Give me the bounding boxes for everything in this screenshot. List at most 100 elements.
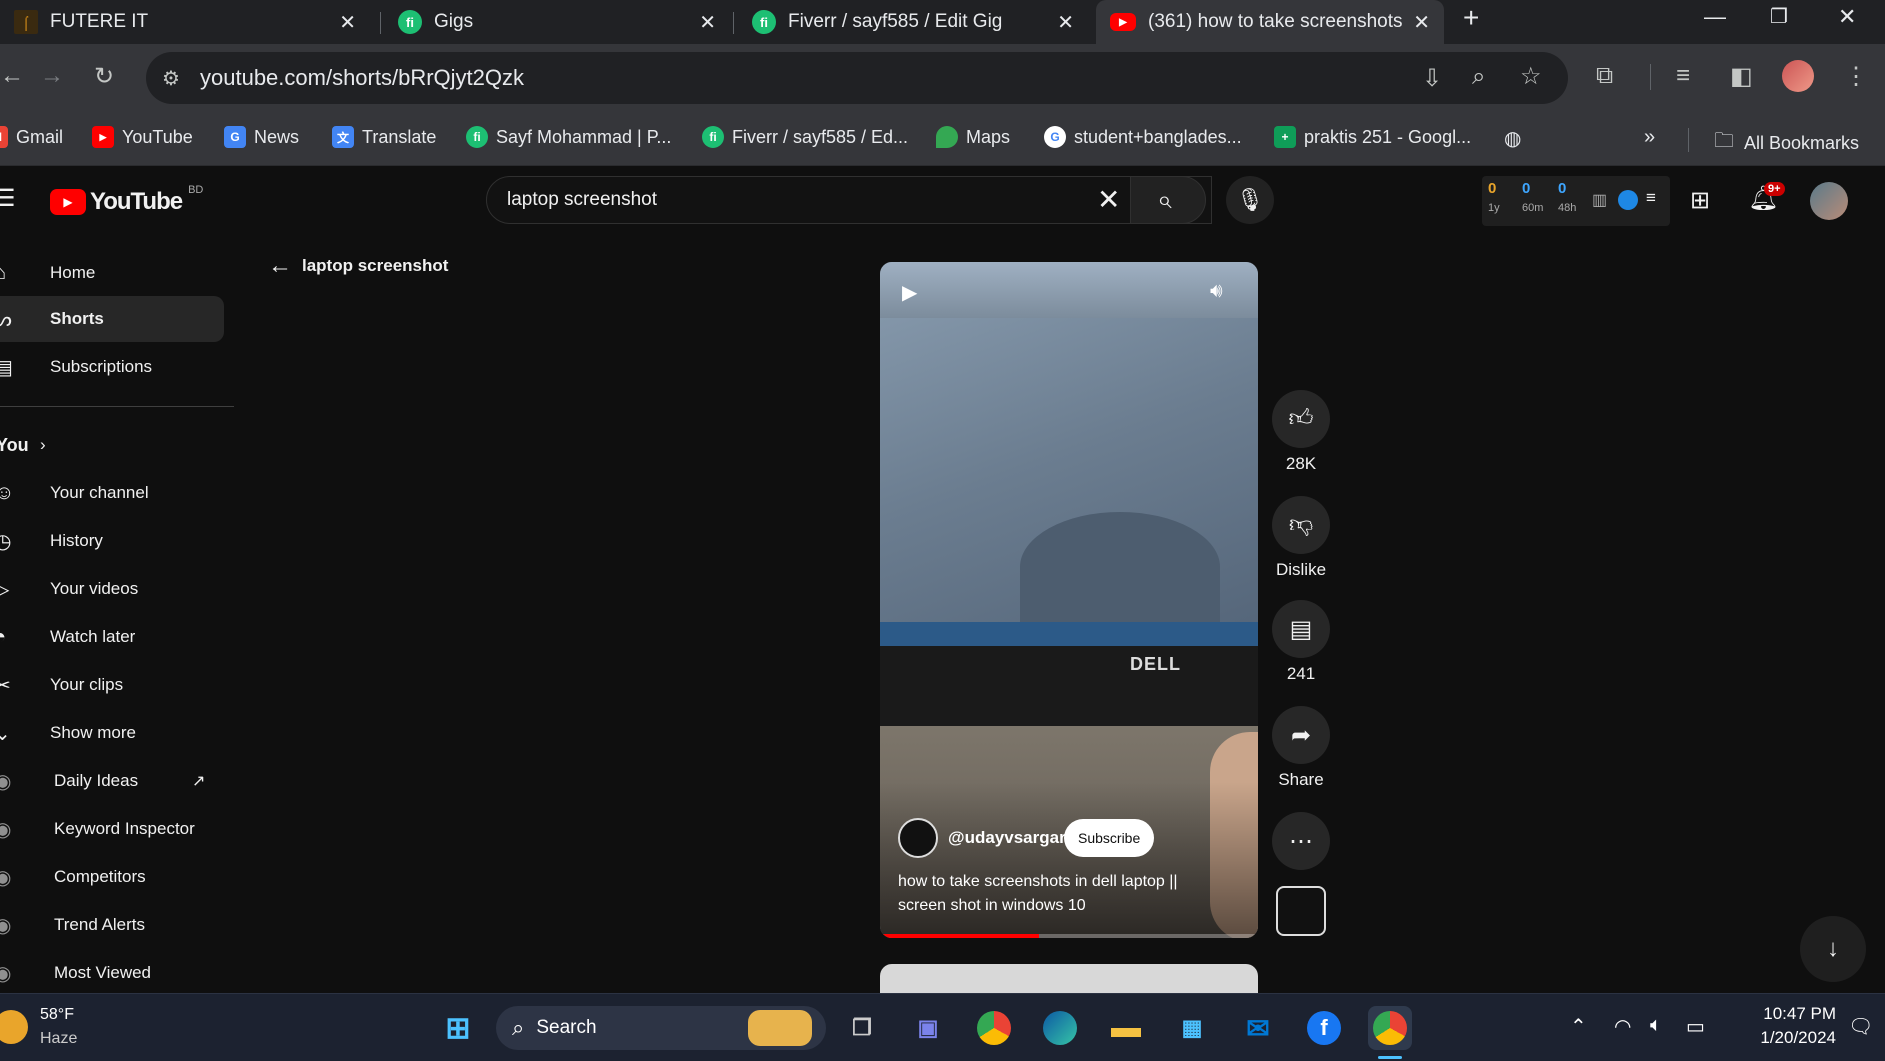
more-actions-button[interactable]: ⋯ (1272, 812, 1330, 870)
chrome-menu-icon[interactable]: ⋮ (1844, 62, 1868, 91)
clock-time[interactable]: 10:47 PM (1740, 1004, 1836, 1024)
side-panel-icon[interactable]: ◧ (1730, 62, 1753, 91)
windows-start-icon[interactable]: ⊞ (436, 1006, 480, 1050)
globe-icon[interactable]: ◍ (1504, 126, 1521, 151)
channel-thumbnail[interactable] (1276, 886, 1326, 936)
more-bookmarks-icon[interactable]: » (1644, 126, 1655, 149)
dislike-button[interactable]: 👎︎ (1272, 496, 1330, 554)
hamburger-menu-icon[interactable]: ☰ (0, 184, 16, 213)
bookmark-fiverr-edit[interactable]: fi Fiverr / sayf585 / Ed... (702, 126, 908, 148)
taskbar-search-box[interactable]: ⌕ Search (496, 1006, 826, 1050)
search-button[interactable]: ⌕ (1130, 176, 1206, 224)
volume-icon[interactable]: 🔈︎ (1650, 1014, 1662, 1037)
external-link-icon[interactable]: ↗ (192, 771, 205, 791)
volume-icon[interactable]: 🔊︎ (1210, 280, 1223, 303)
microsoft-store-icon[interactable]: ▦ (1170, 1006, 1214, 1050)
subscribe-button[interactable]: Subscribe (1064, 819, 1155, 857)
bookmark-student[interactable]: Gstudent+banglades... (1044, 126, 1242, 148)
weather-temperature[interactable]: 58°F (40, 1006, 74, 1024)
sidebar-item-your-clips[interactable]: ✂ Your clips (0, 662, 224, 708)
sidebar-item-history[interactable]: ◷ History (0, 518, 224, 564)
bookmark-praktis[interactable]: + praktis 251 - Googl... (1274, 126, 1471, 148)
chrome-taskbar-icon[interactable] (972, 1006, 1016, 1050)
install-app-icon[interactable]: ⇩ (1422, 64, 1442, 93)
bookmark-news[interactable]: G News (224, 126, 299, 148)
zoom-icon[interactable]: ⌕ (1472, 63, 1485, 91)
edge-icon[interactable] (1038, 1006, 1082, 1050)
sidebar-item-shorts[interactable]: ᔕ Shorts (0, 296, 224, 342)
address-bar[interactable]: ⚙ youtube.com/shorts/bRrQjyt2Qzk ⇩ ⌕ ☆ (146, 52, 1568, 104)
all-bookmarks[interactable]: 🗀 All Bookmarks (1714, 126, 1859, 160)
teams-chat-icon[interactable]: ▣ (906, 1006, 950, 1050)
back-icon[interactable]: ← (0, 62, 24, 90)
restore-icon[interactable]: ❐ (1770, 4, 1788, 29)
show-hidden-icons-chevron[interactable]: ⌃ (1570, 1014, 1587, 1039)
wifi-icon[interactable]: ◠ (1614, 1014, 1631, 1039)
sidebar-item-subscriptions[interactable]: ▤ Subscriptions (0, 344, 224, 390)
minimize-icon[interactable]: — (1704, 4, 1726, 30)
search-box[interactable]: laptop screenshot ✕ (486, 176, 1212, 224)
media-control-icon[interactable]: ≡ (1676, 62, 1690, 90)
site-settings-icon[interactable]: ⚙ (162, 66, 180, 91)
chrome-active-icon[interactable] (1368, 1006, 1412, 1050)
bookmark-sayf-mohammad[interactable]: fi Sayf Mohammad | P... (466, 126, 671, 148)
close-icon[interactable]: ✕ (1057, 10, 1074, 35)
window-close-icon[interactable]: ✕ (1838, 4, 1856, 30)
account-avatar[interactable] (1810, 182, 1848, 220)
mail-icon[interactable]: ✉ (1236, 1006, 1280, 1050)
youtube-logo[interactable]: ▶ YouTube BD (50, 184, 203, 216)
channel-avatar[interactable] (898, 818, 938, 858)
forward-icon[interactable]: → (40, 62, 64, 90)
tab-gigs[interactable]: fi Gigs ✕ (384, 0, 730, 44)
sidebar-item-home[interactable]: ⌂ Home (0, 250, 224, 296)
search-input[interactable]: laptop screenshot (507, 189, 657, 211)
like-button[interactable]: 👍︎ (1272, 390, 1330, 448)
clock-date[interactable]: 1/20/2024 (1730, 1028, 1836, 1048)
sidebar-section-you[interactable]: You › (0, 422, 224, 468)
next-short-preview[interactable] (880, 964, 1258, 993)
notification-center-icon[interactable]: 🗨︎ (1848, 1014, 1873, 1039)
back-to-search[interactable]: ← laptop screenshot (268, 252, 448, 280)
shorts-video-player[interactable]: DELL ▶ 🔊︎ @udayvsargar Subscribe how to … (880, 262, 1258, 938)
task-view-icon[interactable]: ❐ (840, 1006, 884, 1050)
close-icon[interactable]: ✕ (699, 10, 716, 35)
bookmark-star-icon[interactable]: ☆ (1520, 62, 1542, 91)
tab-fiverr-edit-gig[interactable]: fi Fiverr / sayf585 / Edit Gig ✕ (738, 0, 1088, 44)
sidebar-item-daily-ideas[interactable]: ◉ Daily Ideas ↗ (0, 758, 224, 804)
battery-icon[interactable]: ▭ (1686, 1014, 1705, 1039)
create-video-icon[interactable]: ⊞ (1690, 186, 1710, 215)
sidebar-item-keyword-inspector[interactable]: ◉ Keyword Inspector (0, 806, 224, 852)
file-explorer-icon[interactable]: ▬ (1104, 1006, 1148, 1050)
sidebar-item-watch-later[interactable]: ◔ Watch later (0, 614, 224, 660)
reload-icon[interactable]: ↻ (94, 62, 114, 91)
extensions-icon[interactable]: ⧉ (1596, 62, 1613, 90)
sidebar-item-show-more[interactable]: ⌄ Show more (0, 710, 224, 756)
play-icon[interactable]: ▶ (902, 280, 917, 305)
profile-avatar[interactable] (1782, 60, 1814, 92)
video-progress-track[interactable] (880, 934, 1258, 938)
sidebar-item-trend-alerts[interactable]: ◉ Trend Alerts (0, 902, 224, 948)
sidebar-item-competitors[interactable]: ◉ Competitors (0, 854, 224, 900)
weather-condition[interactable]: Haze (40, 1030, 77, 1048)
clear-search-icon[interactable]: ✕ (1097, 183, 1120, 216)
comments-button[interactable]: ▤ (1272, 600, 1330, 658)
sidebar-item-most-viewed[interactable]: ◉ Most Viewed (0, 950, 224, 996)
share-button[interactable]: ➦ (1272, 706, 1330, 764)
url-text[interactable]: youtube.com/shorts/bRrQjyt2Qzk (200, 65, 524, 91)
bookmark-youtube[interactable]: ▶ YouTube (92, 126, 193, 148)
sidebar-item-your-channel[interactable]: ☺ Your channel (0, 470, 224, 516)
voice-search-button[interactable]: 🎙 (1226, 176, 1274, 224)
weather-haze-icon[interactable] (0, 1010, 28, 1044)
bookmark-gmail[interactable]: MGmail (0, 126, 63, 148)
close-icon[interactable]: ✕ (1413, 10, 1430, 35)
extension-stats-widget[interactable]: 0 1y 0 60m 0 48h ▥ ≡ (1482, 176, 1670, 226)
sidebar-item-your-videos[interactable]: ▷ Your videos (0, 566, 224, 612)
facebook-icon[interactable]: f (1302, 1006, 1346, 1050)
tab-youtube-active[interactable]: ▶ (361) how to take screenshots i ✕ (1096, 0, 1444, 44)
new-tab-button[interactable]: + (1463, 2, 1479, 34)
close-icon[interactable]: ✕ (339, 10, 356, 35)
bookmark-translate[interactable]: 文 Translate (332, 126, 436, 148)
tab-futere-it[interactable]: ⌠ FUTERE IT ✕ (0, 0, 370, 44)
next-video-button[interactable]: ↓ (1800, 916, 1866, 982)
channel-handle[interactable]: @udayvsargar (948, 828, 1066, 848)
